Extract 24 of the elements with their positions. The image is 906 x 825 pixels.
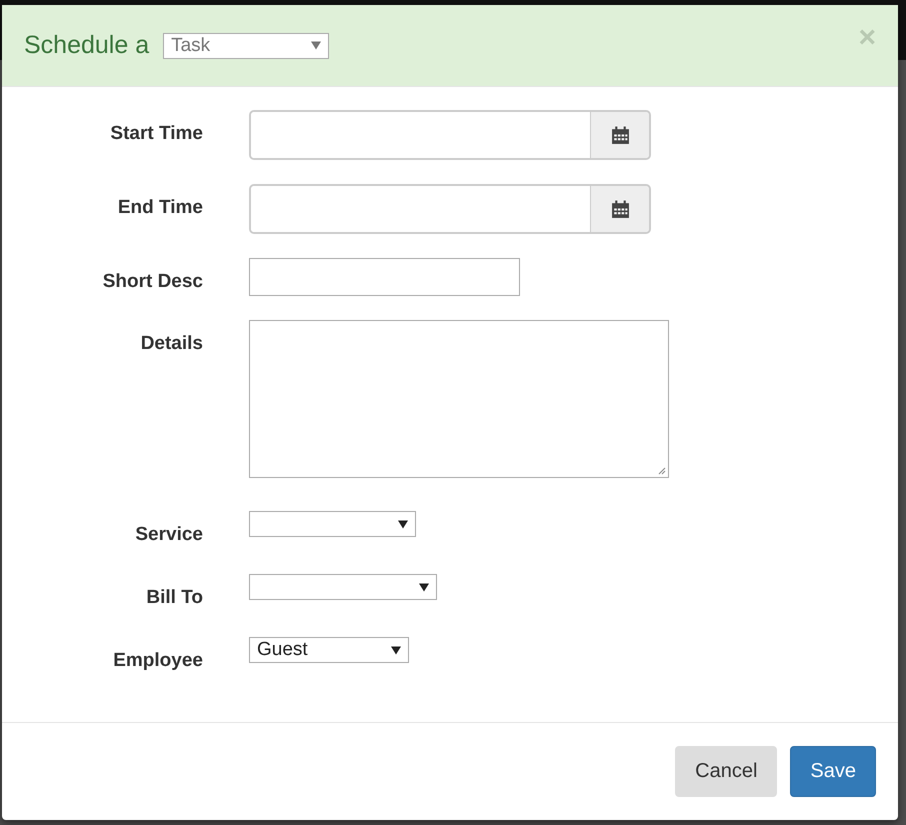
cancel-button[interactable]: Cancel xyxy=(675,746,778,797)
calendar-icon xyxy=(610,126,630,144)
field-label: Bill To xyxy=(145,586,203,610)
text-field[interactable] xyxy=(249,258,520,296)
select-field[interactable]: Guest xyxy=(249,637,409,663)
field-label: Short Desc xyxy=(102,270,203,294)
dialog-title: Schedule a xyxy=(24,31,150,60)
datetime-field[interactable] xyxy=(249,184,651,234)
field-label: Employee xyxy=(112,649,203,673)
caret-icon xyxy=(398,520,408,528)
resize-handle-icon[interactable] xyxy=(658,467,666,475)
datetime-field[interactable] xyxy=(249,110,651,160)
field-label: Service xyxy=(134,523,203,547)
select-field[interactable] xyxy=(249,511,416,537)
field-label: Start Time xyxy=(109,122,203,146)
calendar-icon xyxy=(610,200,630,218)
select-field[interactable] xyxy=(249,574,437,600)
field-label: End Time xyxy=(116,196,203,220)
caret-icon xyxy=(311,41,322,50)
save-button[interactable]: Save xyxy=(790,746,876,797)
type-select[interactable]: Task xyxy=(163,32,330,58)
caret-icon xyxy=(391,646,401,654)
field-label: Details xyxy=(140,332,203,356)
caret-icon xyxy=(419,582,429,592)
